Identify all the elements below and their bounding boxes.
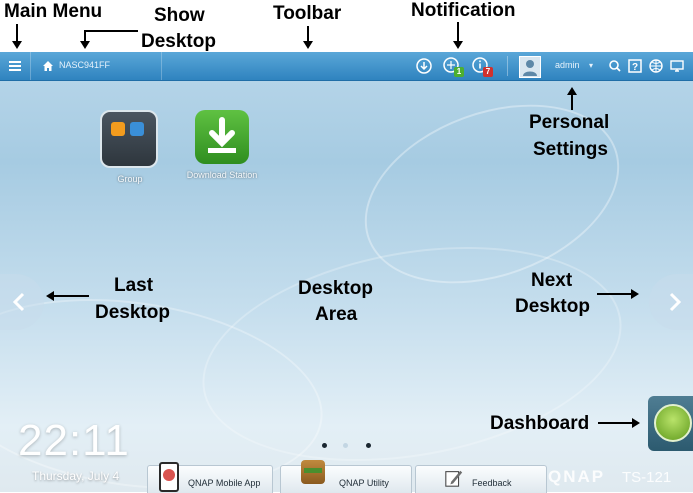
host-name: NASC941FF: [59, 60, 111, 70]
last-desktop-button[interactable]: [0, 274, 44, 330]
annotation-show-desktop: Show: [154, 5, 205, 26]
notification-badge-green: 1: [454, 67, 464, 77]
desktop-icon-download-station[interactable]: Download Station: [176, 108, 268, 188]
app-tile-icon: [111, 122, 125, 136]
model-name: TS-121: [622, 469, 672, 486]
annotation-show-desktop-line2: Desktop: [141, 31, 216, 52]
feedback-icon: [445, 470, 463, 487]
annotation-last-desktop-line2: Desktop: [95, 302, 170, 323]
arrow-last-desktop: [53, 295, 89, 297]
arrow-main-menu-head: [12, 41, 22, 49]
toolbar: NASC941FF 1 7 admin ▾ ?: [0, 52, 693, 81]
main-menu-button[interactable]: [0, 52, 31, 80]
chevron-left-icon: [12, 292, 25, 312]
arrow-notification-head: [453, 41, 463, 49]
chevron-right-icon: [669, 292, 682, 312]
home-icon: [43, 61, 53, 71]
annotation-toolbar: Toolbar: [273, 3, 342, 24]
annotation-next-desktop: Next: [531, 270, 573, 291]
date: Thursday, July 4: [32, 469, 120, 483]
gauge-icon: [654, 404, 692, 442]
mobile-app-icon: [159, 462, 179, 492]
arrow-show-desktop-head: [80, 41, 90, 49]
annotation-desktop-area-line2: Area: [315, 304, 358, 325]
annotation-last-desktop: Last: [114, 275, 154, 296]
arrow-main-menu: [16, 24, 18, 42]
arrow-toolbar: [307, 26, 309, 42]
utility-icon: [301, 460, 325, 484]
arrow-dashboard-head: [632, 418, 640, 428]
chevron-down-icon: ▾: [589, 61, 594, 70]
language-globe-icon[interactable]: [647, 57, 665, 75]
taskbar-item-mobile-app[interactable]: QNAP Mobile App: [147, 462, 273, 493]
svg-text:?: ?: [632, 62, 638, 73]
toolbar-divider: [507, 56, 508, 76]
page-indicator-dot[interactable]: [366, 443, 371, 448]
annotation-dashboard: Dashboard: [490, 413, 590, 434]
arrow-notification: [457, 22, 459, 42]
app-tile-icon: [130, 122, 144, 136]
help-icon[interactable]: ?: [626, 57, 644, 75]
taskbar-item-label: QNAP Mobile App: [188, 478, 261, 488]
annotation-desktop-area: Desktop: [298, 278, 373, 299]
arrow-dashboard: [598, 422, 632, 424]
dashboard-button[interactable]: [648, 396, 693, 451]
arrow-show-desktop-h: [84, 30, 138, 32]
download-arrow-icon: [208, 117, 236, 153]
arrow-toolbar-head: [303, 41, 313, 49]
menu-icon: [9, 69, 21, 71]
download-monitor-icon[interactable]: [415, 57, 433, 75]
taskbar-item-feedback[interactable]: Feedback: [415, 465, 547, 493]
event-notification-button[interactable]: 7: [471, 56, 493, 78]
user-icon: [523, 60, 537, 76]
annotation-main-menu: Main Menu: [4, 1, 103, 22]
menu-icon: [9, 61, 21, 63]
group-folder-icon: [100, 110, 158, 168]
annotation-personal-settings: Personal: [529, 112, 610, 133]
menu-icon: [9, 65, 21, 67]
app-screen-icon: [163, 469, 175, 481]
taskbar-item-utility[interactable]: QNAP Utility: [280, 460, 412, 493]
page-indicator-dot[interactable]: [343, 443, 348, 448]
download-station-icon: [195, 110, 249, 164]
monitor-icon[interactable]: [668, 57, 686, 75]
clock: 22:11: [18, 416, 130, 465]
show-desktop-button[interactable]: NASC941FF: [31, 52, 162, 80]
annotation-next-desktop-line2: Desktop: [515, 296, 590, 317]
annotation-personal-settings-line2: Settings: [533, 139, 608, 160]
background-task-button[interactable]: 1: [442, 56, 464, 78]
avatar[interactable]: [519, 56, 541, 78]
taskbar-item-label: QNAP Utility: [339, 478, 389, 488]
desktop-icon-label: Download Station: [186, 170, 258, 180]
personal-settings-menu[interactable]: admin ▾: [553, 56, 599, 76]
next-desktop-button[interactable]: [649, 274, 693, 330]
arrow-personal-settings: [571, 94, 573, 110]
taskbar-item-label: Feedback: [472, 478, 512, 488]
annotation-notification: Notification: [411, 0, 516, 21]
desktop-icon-label: Group: [117, 174, 143, 184]
brand-logo: QNAP: [548, 467, 606, 486]
notification-badge-red: 7: [483, 67, 493, 77]
arrow-next-desktop: [597, 293, 631, 295]
search-icon[interactable]: [606, 57, 624, 75]
page-indicator-dot[interactable]: [322, 443, 327, 448]
toolbox-lid-icon: [304, 468, 322, 473]
arrow-next-desktop-head: [631, 289, 639, 299]
desktop-icon-group[interactable]: Group: [95, 108, 165, 188]
username: admin: [555, 60, 580, 70]
